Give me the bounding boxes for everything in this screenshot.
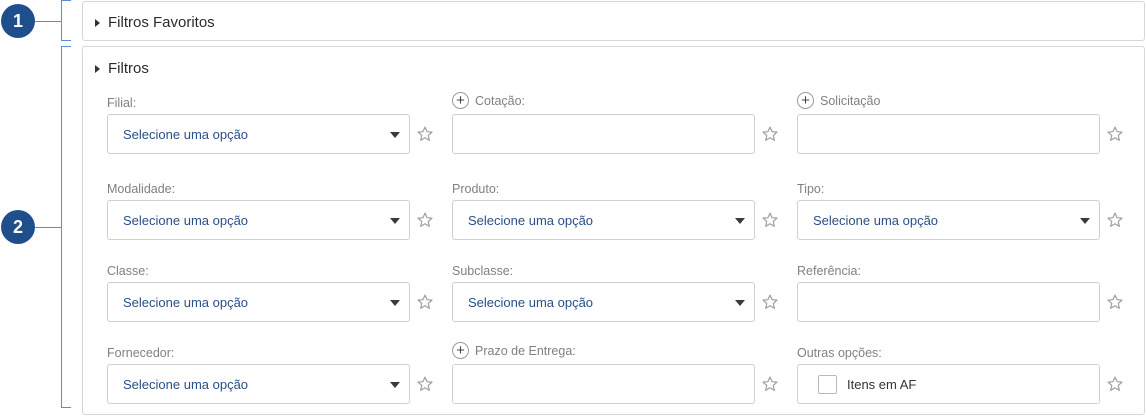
plus-circle-icon[interactable]: +	[797, 92, 814, 109]
field-label-fornecedor: Fornecedor:	[107, 346, 174, 360]
star-outline-icon[interactable]	[761, 211, 779, 229]
star-outline-icon[interactable]	[416, 211, 434, 229]
chevron-down-icon	[390, 300, 400, 306]
field-label-text: Prazo de Entrega:	[475, 343, 576, 358]
callout-connector-2	[35, 227, 61, 228]
field-produto: Produto: Selecione uma opção	[452, 178, 792, 240]
field-label-solicitacao: + Solicitação	[797, 92, 880, 109]
produto-select[interactable]: Selecione uma opção	[452, 200, 755, 240]
field-label-referencia: Referência:	[797, 264, 861, 278]
caret-right-icon	[95, 18, 100, 27]
select-value: Selecione uma opção	[123, 213, 249, 228]
callout-bracket-1	[61, 0, 62, 41]
star-outline-icon[interactable]	[416, 125, 434, 143]
subclasse-select[interactable]: Selecione uma opção	[452, 282, 755, 322]
prazo-input[interactable]	[452, 364, 755, 404]
field-label-produto: Produto:	[452, 182, 499, 196]
field-outras: Outras opções: Itens em AF	[797, 342, 1137, 404]
field-modalidade: Modalidade: Selecione uma opção	[107, 178, 447, 240]
select-value: Selecione uma opção	[123, 127, 249, 142]
star-outline-icon[interactable]	[761, 293, 779, 311]
field-classe: Classe: Selecione uma opção	[107, 260, 447, 322]
chevron-down-icon	[390, 218, 400, 224]
filial-select[interactable]: Selecione uma opção	[107, 114, 410, 154]
field-label-filial: Filial:	[107, 96, 136, 110]
star-outline-icon[interactable]	[1106, 125, 1124, 143]
tipo-select[interactable]: Selecione uma opção	[797, 200, 1100, 240]
solicitacao-input[interactable]	[797, 114, 1100, 154]
select-value: Selecione uma opção	[123, 377, 249, 392]
field-label-text: Fornecedor:	[107, 346, 175, 360]
favorite-filters-title: Filtros Favoritos	[108, 14, 215, 31]
field-label-cotacao: + Cotação:	[452, 92, 525, 109]
callout-bracket-1-top	[61, 0, 71, 1]
field-label-text: Modalidade:	[107, 182, 176, 196]
select-value: Selecione uma opção	[123, 295, 249, 310]
select-value: Selecione uma opção	[468, 213, 594, 228]
classe-select[interactable]: Selecione uma opção	[107, 282, 410, 322]
plus-circle-icon[interactable]: +	[452, 92, 469, 109]
field-tipo: Tipo: Selecione uma opção	[797, 178, 1137, 240]
star-outline-icon[interactable]	[1106, 211, 1124, 229]
callout-bracket-2-top	[61, 46, 71, 47]
cotacao-input[interactable]	[452, 114, 755, 154]
field-referencia: Referência:	[797, 260, 1137, 322]
field-subclasse: Subclasse: Selecione uma opção	[452, 260, 792, 322]
filters-toggle[interactable]: Filtros	[95, 60, 149, 77]
field-label-text: Referência:	[797, 264, 861, 278]
field-label-text: Filial:	[107, 96, 137, 110]
select-value: Selecione uma opção	[813, 213, 939, 228]
field-label-text: Produto:	[452, 182, 500, 196]
modalidade-select[interactable]: Selecione uma opção	[107, 200, 410, 240]
star-outline-icon[interactable]	[761, 375, 779, 393]
field-label-text: Cotação:	[475, 93, 526, 108]
field-label-tipo: Tipo:	[797, 182, 824, 196]
chevron-down-icon	[735, 218, 745, 224]
star-outline-icon[interactable]	[416, 293, 434, 311]
outras-options-box: Itens em AF	[797, 364, 1100, 404]
field-label-text: Tipo:	[797, 182, 825, 196]
itens-em-af-label: Itens em AF	[847, 377, 917, 392]
callout-bracket-1-bottom	[61, 40, 71, 41]
field-label-outras: Outras opções:	[797, 346, 882, 360]
chevron-down-icon	[1080, 218, 1090, 224]
select-value: Selecione uma opção	[468, 295, 594, 310]
callout-badge-2: 2	[1, 210, 35, 244]
callout-connector-1	[35, 21, 61, 22]
star-outline-icon[interactable]	[416, 375, 434, 393]
star-outline-icon[interactable]	[761, 125, 779, 143]
field-label-text: Solicitação	[820, 93, 881, 108]
favorite-filters-toggle[interactable]: Filtros Favoritos	[95, 14, 215, 31]
chevron-down-icon	[390, 382, 400, 388]
callout-bracket-2	[61, 46, 62, 408]
plus-circle-icon[interactable]: +	[452, 342, 469, 359]
referencia-input[interactable]	[797, 282, 1100, 322]
field-fornecedor: Fornecedor: Selecione uma opção	[107, 342, 447, 404]
field-cotacao: + Cotação:	[452, 92, 792, 154]
field-solicitacao: + Solicitação	[797, 92, 1137, 154]
caret-right-icon	[95, 64, 100, 73]
field-label-text: Classe:	[107, 264, 149, 278]
star-outline-icon[interactable]	[1106, 375, 1124, 393]
chevron-down-icon	[735, 300, 745, 306]
callout-bracket-2-bottom	[61, 407, 71, 408]
callout-badge-1: 1	[1, 4, 35, 38]
star-outline-icon[interactable]	[1106, 293, 1124, 311]
field-label-subclasse: Subclasse:	[452, 264, 513, 278]
chevron-down-icon	[390, 132, 400, 138]
field-filial: Filial: Selecione uma opção	[107, 92, 447, 154]
favorite-filters-panel: Filtros Favoritos	[82, 1, 1145, 41]
itens-em-af-checkbox[interactable]	[818, 375, 837, 394]
field-label-prazo: + Prazo de Entrega:	[452, 342, 576, 359]
field-label-classe: Classe:	[107, 264, 149, 278]
filters-title: Filtros	[108, 60, 149, 77]
field-label-text: Outras opções:	[797, 346, 882, 360]
fornecedor-select[interactable]: Selecione uma opção	[107, 364, 410, 404]
field-label-modalidade: Modalidade:	[107, 182, 175, 196]
field-prazo: + Prazo de Entrega:	[452, 342, 792, 404]
field-label-text: Subclasse:	[452, 264, 514, 278]
